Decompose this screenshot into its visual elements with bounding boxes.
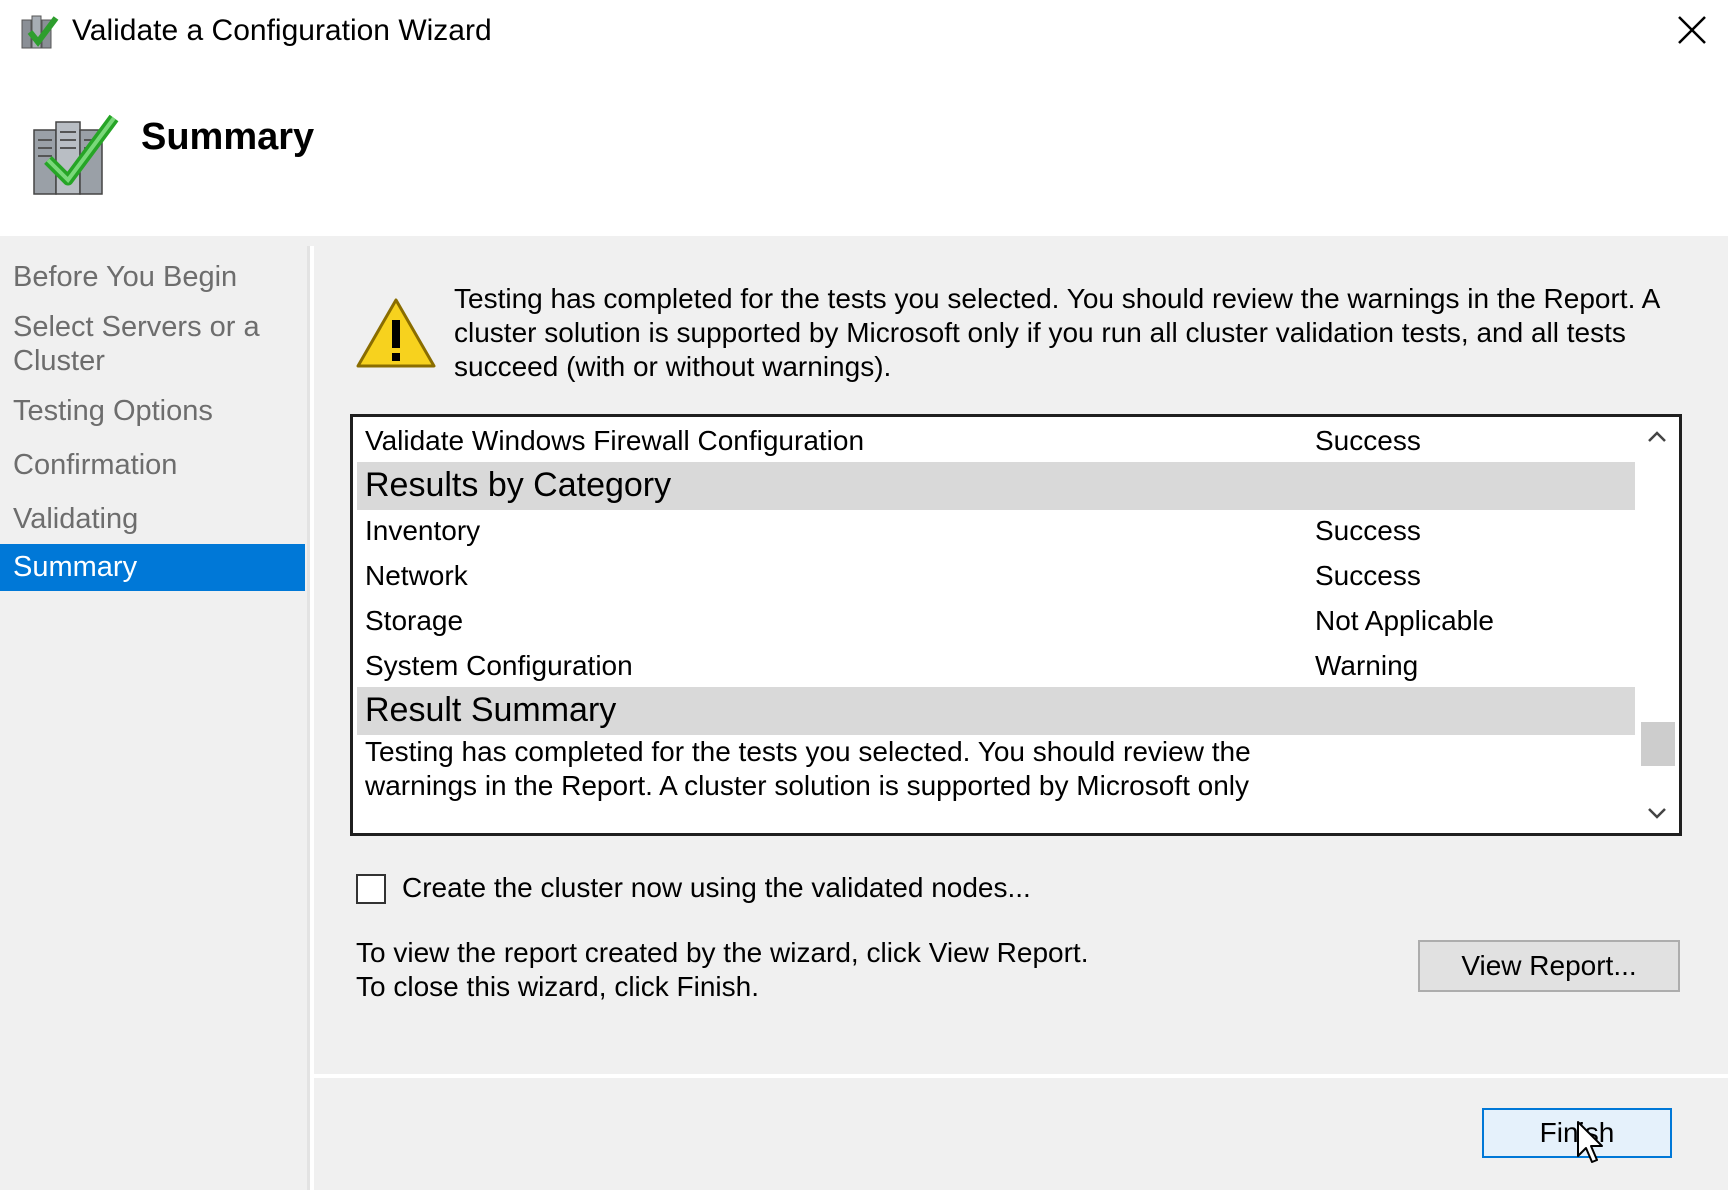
scroll-up-button[interactable] [1635,417,1679,457]
category-name: Inventory [365,515,481,546]
instructions-line-finish: To close this wizard, click Finish. [356,971,760,1002]
list-item: Storage Not Applicable [353,597,1635,645]
create-cluster-checkbox-label[interactable]: Create the cluster now using the validat… [402,872,1031,904]
wizard-steps-sidebar: Before You Begin Select Servers or a Clu… [0,246,310,1190]
instructions-line-view-report: To view the report created by the wizard… [356,937,1089,968]
section-heading: Results by Category [365,466,672,504]
results-list[interactable]: Validate Windows Firewall Configuration … [350,414,1682,836]
scroll-thumb[interactable] [1641,722,1675,766]
scroll-down-button[interactable] [1635,793,1679,833]
sidebar-item-confirmation[interactable]: Confirmation [0,448,305,482]
category-status: Warning [1315,650,1419,681]
category-name: Network [365,560,468,591]
result-summary-text: Testing has completed for the tests you … [365,736,1251,801]
test-name: Validate Windows Firewall Configuration [365,425,865,456]
cluster-validate-icon [20,12,60,52]
close-icon [1678,16,1706,44]
chevron-up-icon [1648,431,1666,442]
page-title: Summary [141,116,315,158]
wizard-header: Summary [0,66,1728,236]
list-item: Inventory Success [353,507,1635,555]
wizard-footer: Finish [314,1078,1728,1190]
sidebar-item-select-servers[interactable]: Select Servers or a Cluster [0,310,280,378]
list-item: Validate Windows Firewall Configuration … [353,417,1635,465]
view-report-button[interactable]: View Report... [1418,940,1680,992]
create-cluster-checkbox[interactable] [356,874,386,904]
category-name: Storage [365,605,464,636]
mouse-cursor-icon [1576,1120,1606,1166]
vertical-scrollbar[interactable] [1635,417,1679,833]
sidebar-item-before-you-begin[interactable]: Before You Begin [0,260,305,294]
window-title: Validate a Configuration Wizard [72,14,492,47]
results-by-category-header: Results by Category [357,462,1635,510]
server-check-icon [30,108,122,200]
category-status: Success [1315,515,1421,546]
instructions-text: To view the report created by the wizard… [356,936,1088,1004]
warning-message: Testing has completed for the tests you … [454,283,1659,382]
title-bar: Validate a Configuration Wizard [0,0,1728,66]
sidebar-item-validating[interactable]: Validating [0,502,305,536]
category-status: Not Applicable [1315,605,1495,636]
sidebar-item-summary[interactable]: Summary [0,544,305,591]
sidebar-item-testing-options[interactable]: Testing Options [0,394,305,428]
category-status: Success [1315,560,1421,591]
close-button[interactable] [1658,0,1728,66]
header-divider [0,236,1728,246]
section-heading: Result Summary [365,691,617,729]
test-status: Success [1315,425,1421,456]
list-item: System Configuration Warning [353,642,1635,690]
warning-icon [354,296,438,372]
main-panel: Testing has completed for the tests you … [314,246,1728,1074]
list-item: Network Success [353,552,1635,600]
result-summary-header: Result Summary [357,687,1635,735]
chevron-down-icon [1648,808,1666,819]
category-name: System Configuration [365,650,633,681]
